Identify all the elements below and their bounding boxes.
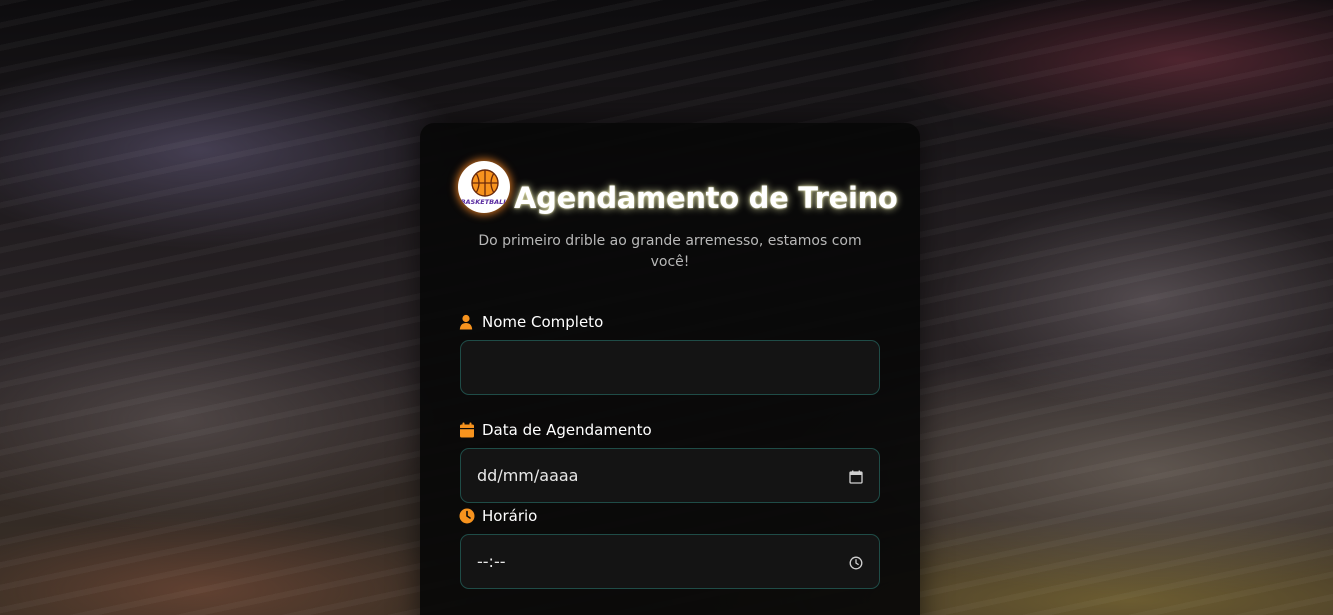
page-subtitle: Do primeiro drible ao grande arremesso, …: [478, 233, 862, 270]
booking-form-card: BASKETBALL Agendamento de Treino Do prim…: [420, 123, 920, 615]
basketball-icon: BASKETBALL: [461, 169, 508, 206]
time-placeholder: --:--: [477, 552, 506, 571]
calendar-picker-icon[interactable]: [849, 469, 863, 484]
date-field-label: Data de Agendamento: [459, 420, 652, 440]
page-title: Agendamento de Treino: [514, 181, 898, 215]
user-icon: [459, 314, 475, 330]
name-field-label-text: Nome Completo: [482, 313, 604, 331]
form-header: BASKETBALL Agendamento de Treino: [458, 159, 898, 219]
time-input[interactable]: --:--: [460, 534, 880, 589]
name-field-label: Nome Completo: [459, 312, 603, 332]
date-placeholder: dd/mm/aaaa: [477, 466, 579, 485]
date-input[interactable]: dd/mm/aaaa: [460, 448, 880, 503]
time-field-label-text: Horário: [482, 507, 538, 525]
calendar-icon: [459, 422, 475, 438]
date-field-label-text: Data de Agendamento: [482, 421, 652, 439]
clock-icon: [459, 508, 475, 524]
time-field-label: Horário: [459, 506, 537, 526]
clock-picker-icon[interactable]: [849, 555, 863, 569]
logo-text: BASKETBALL: [461, 198, 508, 206]
basketball-logo: BASKETBALL: [458, 161, 510, 213]
full-name-input[interactable]: [460, 340, 880, 395]
